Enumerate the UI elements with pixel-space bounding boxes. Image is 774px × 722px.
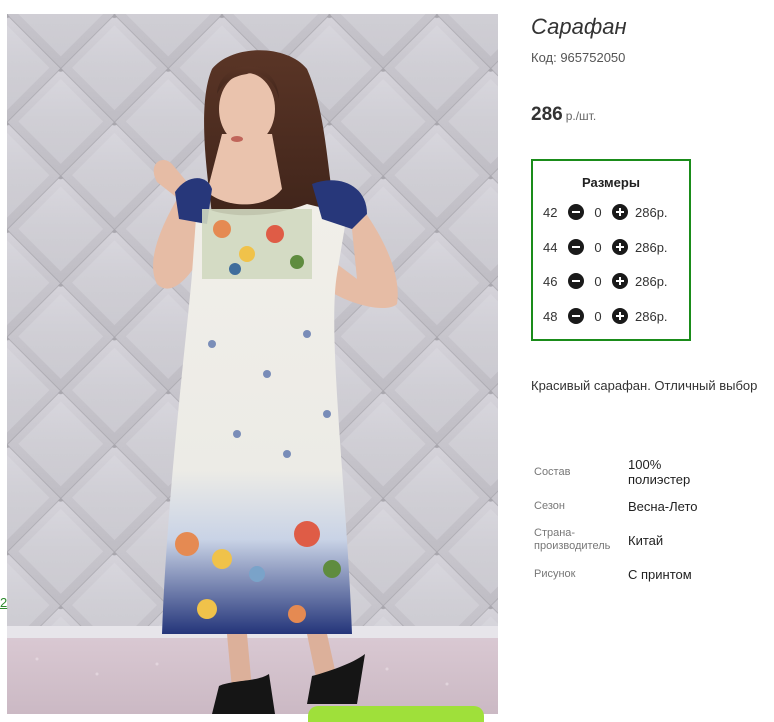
plus-circle-icon[interactable] (612, 308, 628, 324)
attribute-row: Состав 100% полиэстер (531, 455, 718, 489)
size-price: 286р. (635, 239, 668, 255)
product-description: Красивый сарафан. Отличный выбор (531, 378, 758, 393)
plus-circle-icon[interactable] (612, 273, 628, 289)
size-price: 286р. (635, 308, 668, 324)
minus-circle-icon[interactable] (568, 239, 584, 255)
minus-circle-icon[interactable] (568, 204, 584, 220)
sizes-panel: Размеры 42 0 286р. 44 0 286р. 46 0 286р.… (531, 159, 691, 341)
attribute-key: Рисунок (534, 567, 576, 580)
price-unit: р./шт. (565, 109, 597, 123)
attribute-value: Китай (628, 532, 664, 548)
attribute-row: Страна-производитель Китай (531, 523, 718, 557)
size-price: 286р. (635, 273, 668, 289)
size-label: 48 (543, 308, 558, 324)
size-row: 48 0 286р. (533, 306, 689, 326)
size-row: 46 0 286р. (533, 271, 689, 291)
quantity-value: 0 (594, 308, 602, 324)
size-row: 42 0 286р. (533, 202, 689, 222)
product-photo[interactable] (7, 14, 498, 714)
sizes-title: Размеры (582, 175, 640, 190)
product-code: Код: 965752050 (531, 50, 626, 65)
quantity-value: 0 (594, 204, 602, 220)
quantity-value: 0 (594, 273, 602, 289)
plus-circle-icon[interactable] (612, 204, 628, 220)
price: 286 р./шт. (531, 104, 596, 126)
attribute-row: Рисунок С принтом (531, 557, 718, 591)
size-price: 286р. (635, 204, 668, 220)
size-label: 46 (543, 273, 558, 289)
attributes-table: Состав 100% полиэстер Сезон Весна-Лето С… (531, 455, 718, 591)
attribute-value: Весна-Лето (628, 498, 698, 514)
size-row: 44 0 286р. (533, 237, 689, 257)
product-title: Сарафан (531, 14, 627, 39)
minus-circle-icon[interactable] (568, 273, 584, 289)
attribute-row: Сезон Весна-Лето (531, 489, 718, 523)
side-link[interactable]: 2 (0, 595, 7, 610)
attribute-key: Состав (534, 465, 571, 478)
minus-circle-icon[interactable] (568, 308, 584, 324)
plus-circle-icon[interactable] (612, 239, 628, 255)
quantity-value: 0 (594, 239, 602, 255)
add-to-cart-button[interactable] (308, 706, 484, 722)
attribute-value: 100% полиэстер (628, 457, 691, 487)
attribute-value: С принтом (628, 566, 692, 582)
size-label: 42 (543, 204, 558, 220)
price-value: 286 (531, 104, 563, 125)
attribute-key: Сезон (534, 499, 565, 512)
size-label: 44 (543, 239, 558, 255)
attribute-key: Страна-производитель (534, 527, 611, 552)
